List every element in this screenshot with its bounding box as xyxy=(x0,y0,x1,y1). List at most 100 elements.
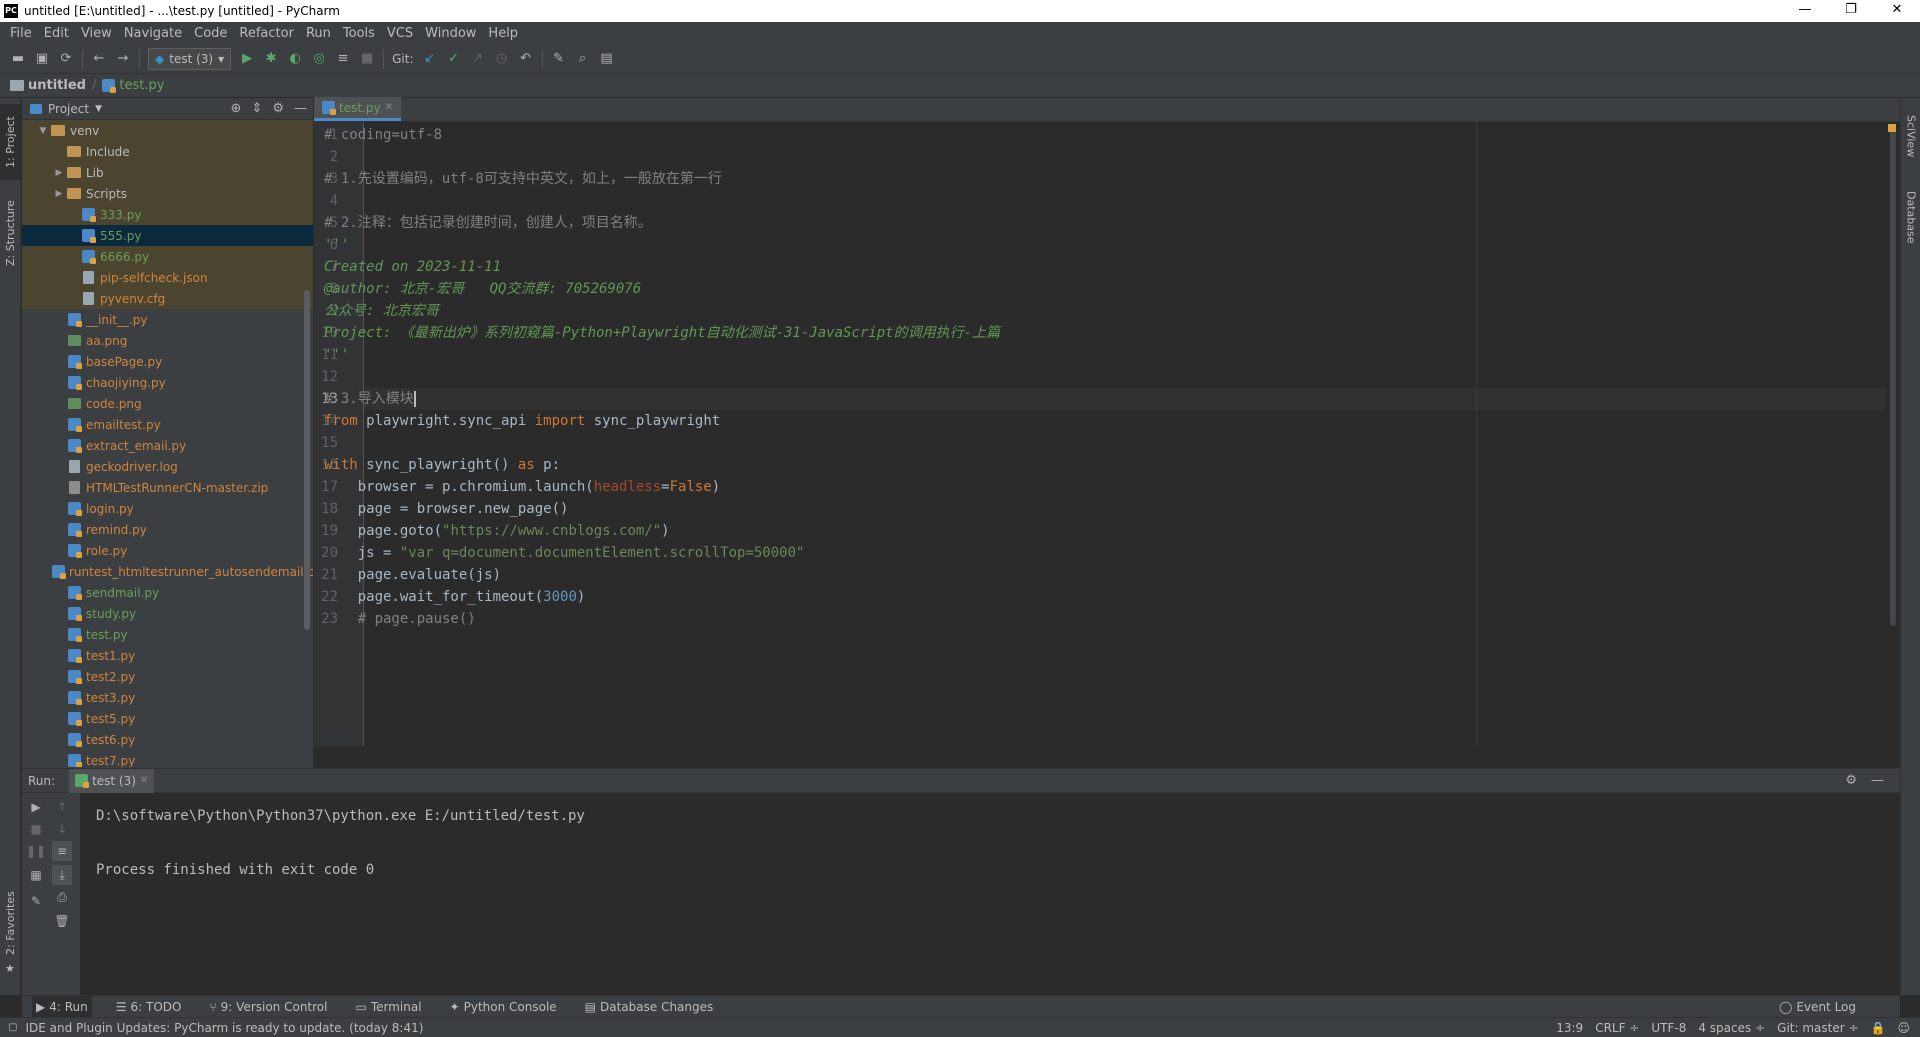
menu-code[interactable]: Code xyxy=(194,26,227,41)
project-view-select[interactable]: Project xyxy=(48,102,89,116)
run-tab[interactable]: test (3) ✕ xyxy=(69,768,155,793)
menu-file[interactable]: File xyxy=(10,26,32,41)
tab-structure[interactable]: Z: Structure xyxy=(0,188,21,278)
code-line[interactable]: # 3.导入模块 xyxy=(324,388,416,410)
tree-file[interactable]: aa.png xyxy=(22,330,313,351)
menu-navigate[interactable]: Navigate xyxy=(124,26,182,41)
tree-folder[interactable]: ▶ Lib xyxy=(22,162,313,183)
lock-icon[interactable]: 🔒 xyxy=(1871,1021,1886,1035)
menu-edit[interactable]: Edit xyxy=(44,26,69,41)
tab-run[interactable]: ▶ 4: Run xyxy=(32,995,92,1018)
code-line[interactable]: # 2.注释：包括记录创建时间，创建人，项目名称。 xyxy=(324,212,652,234)
tree-file[interactable]: login.py xyxy=(22,498,313,519)
editor-scrollbar[interactable] xyxy=(1886,122,1900,746)
history-icon[interactable]: ◷ xyxy=(490,47,514,71)
sync-icon[interactable]: ⟳ xyxy=(54,47,78,71)
tab-project[interactable]: 1: Project xyxy=(0,104,21,180)
indent-setting[interactable]: 4 spaces ÷ xyxy=(1698,1021,1765,1035)
code-line[interactable]: page = browser.new_page() xyxy=(324,498,569,520)
menu-window[interactable]: Window xyxy=(425,26,476,41)
forward-icon[interactable]: → xyxy=(111,47,135,71)
code-line[interactable]: page.evaluate(js) xyxy=(324,564,501,586)
tree-file[interactable]: sendmail.py xyxy=(22,582,313,603)
tree-file[interactable]: HTMLTestRunnerCN-master.zip xyxy=(22,477,313,498)
collapse-icon[interactable]: ⇕ xyxy=(251,98,262,120)
code-line[interactable]: from playwright.sync_api import sync_pla… xyxy=(324,410,720,432)
tab-terminal[interactable]: ▭ Terminal xyxy=(351,996,425,1018)
tree-file[interactable]: basePage.py xyxy=(22,351,313,372)
tree-file[interactable]: chaojiying.py xyxy=(22,372,313,393)
trash-icon[interactable]: 🗑 xyxy=(52,911,72,931)
search-icon[interactable]: ⌕ xyxy=(571,47,595,71)
tab-sciview[interactable]: SciView xyxy=(1901,106,1920,166)
run-config-select[interactable]: ◆ test (3) ▾ xyxy=(148,47,232,70)
code-line[interactable]: page.wait_for_timeout(3000) xyxy=(324,586,586,608)
chevron-down-icon[interactable]: ▼ xyxy=(36,126,50,136)
breadcrumb-project[interactable]: untitled xyxy=(10,78,86,93)
chevron-down-icon[interactable]: ▼ xyxy=(95,104,102,114)
coverage-icon[interactable]: ◐ xyxy=(283,47,307,71)
tree-file[interactable]: test.py xyxy=(22,624,313,645)
code-line[interactable]: with sync_playwright() as p: xyxy=(324,454,560,476)
tree-file[interactable]: geckodriver.log xyxy=(22,456,313,477)
restore-icon[interactable]: ❐ xyxy=(1828,0,1874,22)
menu-help[interactable]: Help xyxy=(488,26,518,41)
back-icon[interactable]: ← xyxy=(87,47,111,71)
tree-file[interactable]: 333.py xyxy=(22,204,313,225)
code-line[interactable]: # page.pause() xyxy=(324,608,476,630)
console-output[interactable]: D:\software\Python\Python37\python.exe E… xyxy=(96,803,585,884)
gear-icon[interactable]: ⚙ xyxy=(272,98,284,120)
tree-file[interactable]: test2.py xyxy=(22,666,313,687)
tree-file[interactable]: role.py xyxy=(22,540,313,561)
tree-file[interactable]: pip-selfcheck.json xyxy=(22,267,313,288)
open-folder-icon[interactable]: ▬ xyxy=(6,47,30,71)
soft-wrap-icon[interactable]: ≡ xyxy=(52,841,72,861)
translate-icon[interactable]: ▤ xyxy=(595,47,619,71)
rerun-icon[interactable]: ▶ xyxy=(26,797,46,817)
code-line[interactable]: js = "var q=document.documentElement.scr… xyxy=(324,542,805,564)
chevron-right-icon[interactable]: ▶ xyxy=(52,189,66,199)
hide-icon[interactable]: — xyxy=(1871,769,1884,793)
tree-scrollbar[interactable] xyxy=(304,290,310,630)
rollback-icon[interactable]: ↶ xyxy=(514,47,538,71)
menu-tools[interactable]: Tools xyxy=(343,26,375,41)
tree-folder[interactable]: ▶ Scripts xyxy=(22,183,313,204)
close-icon[interactable]: ✕ xyxy=(1874,0,1920,22)
debug-icon[interactable]: ✱ xyxy=(259,47,283,71)
tab-favorites[interactable]: 2: Favorites xyxy=(0,888,21,958)
menu-view[interactable]: View xyxy=(81,26,112,41)
profile-icon[interactable]: ◎ xyxy=(307,47,331,71)
code-line[interactable]: 公众号: 北京宏哥 xyxy=(324,300,439,322)
tree-file[interactable]: 555.py xyxy=(22,225,313,246)
layout-icon[interactable]: ▦ xyxy=(26,865,46,885)
caret-position[interactable]: 13:9 xyxy=(1556,1021,1583,1035)
code-line[interactable]: Created on 2023-11-11 xyxy=(324,256,501,278)
line-separator[interactable]: CRLF ÷ xyxy=(1595,1021,1639,1035)
git-branch[interactable]: Git: master ÷ xyxy=(1777,1021,1858,1035)
code-line[interactable]: ''' xyxy=(324,344,349,366)
menu-refactor[interactable]: Refactor xyxy=(239,26,294,41)
down-icon[interactable]: ↓ xyxy=(52,819,72,839)
toggle-tool-windows-icon[interactable]: ▢ xyxy=(8,1022,17,1033)
file-encoding[interactable]: UTF-8 xyxy=(1651,1021,1686,1035)
scroll-to-end-icon[interactable]: ⤓ xyxy=(52,865,72,885)
tree-file[interactable]: 6666.py xyxy=(22,246,313,267)
code-line[interactable]: # coding=utf-8 xyxy=(324,124,442,146)
tree-file[interactable]: test5.py xyxy=(22,708,313,729)
git-push-icon[interactable]: ↗ xyxy=(466,47,490,71)
hide-icon[interactable]: — xyxy=(294,98,307,120)
up-icon[interactable]: ↑ xyxy=(52,797,72,817)
tree-file[interactable]: test1.py xyxy=(22,645,313,666)
concurrency-icon[interactable]: ≡ xyxy=(331,47,355,71)
minimize-icon[interactable]: — xyxy=(1782,0,1828,22)
tree-file[interactable]: test3.py xyxy=(22,687,313,708)
chevron-right-icon[interactable]: ▶ xyxy=(52,168,66,178)
pause-icon[interactable]: ❚❚ xyxy=(26,841,46,861)
tree-file[interactable]: test7.py xyxy=(22,750,313,767)
code-line[interactable]: ''' xyxy=(324,234,349,256)
tree-file[interactable]: remind.py xyxy=(22,519,313,540)
tree-file[interactable]: study.py xyxy=(22,603,313,624)
code-line[interactable]: Project: 《最新出炉》系列初窥篇-Python+Playwright自动… xyxy=(324,322,1000,344)
stop-icon[interactable]: ■ xyxy=(355,47,379,71)
tree-file[interactable]: extract_email.py xyxy=(22,435,313,456)
